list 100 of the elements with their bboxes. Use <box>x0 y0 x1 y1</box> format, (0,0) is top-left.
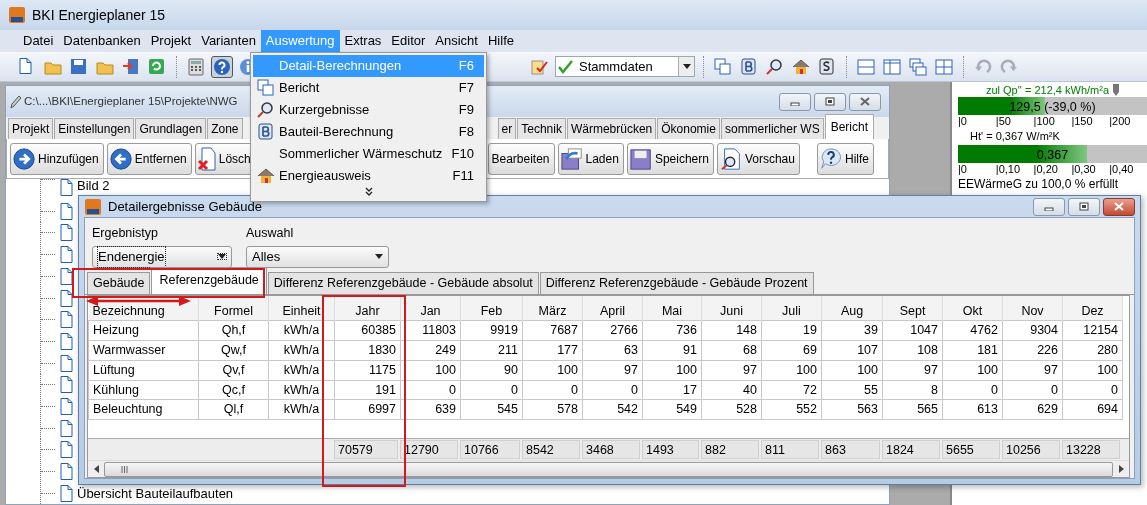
tab[interactable]: Differenz Referenzgebäude - Gebäude absolut <box>267 272 539 294</box>
menu-item[interactable]: Varianten <box>196 30 261 52</box>
table-cell: 100 <box>522 360 583 380</box>
window-title: BKI Energieplaner 15 <box>32 5 166 25</box>
tab[interactable]: Referenzgebäude <box>151 267 267 294</box>
total-cell: 1824 <box>882 440 940 459</box>
menu-item[interactable]: Ansicht <box>430 30 483 52</box>
document-icon <box>59 179 73 196</box>
column-header: Juni <box>701 295 762 321</box>
app-logo-icon <box>8 6 26 24</box>
table-cell: 100 <box>942 360 1003 380</box>
left-arrow-icon <box>93 465 99 473</box>
total-cell: 863 <box>821 440 880 459</box>
table-cell: 72 <box>761 380 822 400</box>
menu-item[interactable]: Hilfe <box>482 30 519 52</box>
table-cell: 17 <box>642 380 702 400</box>
tab[interactable]: sommerlicher WS <box>720 118 824 139</box>
menu-item[interactable]: Projekt <box>145 30 197 52</box>
table-cell: 97 <box>1002 360 1063 380</box>
table-cell: 613 <box>942 399 1003 420</box>
tree-item[interactable]: Bild 2 <box>77 179 110 193</box>
total-cell: 70579 <box>334 440 398 459</box>
restore-button[interactable] <box>1068 197 1100 216</box>
column-header: März <box>522 295 583 321</box>
column-header: Einheit <box>268 295 335 321</box>
tab[interactable]: Einstellungen <box>54 118 135 139</box>
document-icon <box>59 267 73 285</box>
expand-chevron-icon[interactable] <box>364 187 373 197</box>
copy-icon[interactable] <box>712 55 734 78</box>
menu-item[interactable]: Energieausweis F11 <box>253 165 484 187</box>
tab[interactable]: Zone <box>207 118 243 139</box>
close-button[interactable] <box>849 92 881 111</box>
toolbar-button[interactable]: Entfernen <box>106 142 192 175</box>
profile-combo[interactable]: Stammdaten <box>555 56 695 77</box>
toolbar-button[interactable]: Vorschau <box>716 142 800 175</box>
menu-item[interactable]: Bauteil-Berechnung F8 <box>253 121 484 143</box>
toolbar-button[interactable]: Speichern <box>626 142 714 175</box>
document-icon <box>59 354 73 372</box>
calculator-icon[interactable] <box>185 55 207 78</box>
document-icon <box>59 289 73 307</box>
menu-item[interactable]: Datei <box>18 30 59 52</box>
menu-item[interactable]: Editor <box>386 30 431 52</box>
table-cell: Qv,f <box>198 360 269 380</box>
menu-item[interactable]: Sommerlicher Wärmeschutz F10 <box>253 143 484 165</box>
cascade-icon[interactable] <box>907 55 929 78</box>
tab[interactable]: Wärmebrücken <box>566 118 657 139</box>
menu-item[interactable]: Datenbanken <box>58 30 146 52</box>
table-cell: 0 <box>1002 380 1063 400</box>
toolbar-button[interactable]: Laden <box>557 142 624 175</box>
toolbar-button[interactable]: Hilfe <box>817 142 874 175</box>
document-icon <box>59 419 73 437</box>
table-cell: 69 <box>761 340 822 361</box>
tab[interactable]: er <box>497 118 517 139</box>
toolbar-button[interactable]: Hinzufügen <box>10 142 104 175</box>
dropdown-field[interactable]: Alles <box>246 245 389 268</box>
table-cell: kWh/a <box>268 340 335 361</box>
table-cell: 12154 <box>1062 320 1123 341</box>
caret-icon <box>218 254 226 260</box>
minimize-button[interactable] <box>1033 197 1065 216</box>
minimize-button[interactable] <box>779 92 811 111</box>
gauge-value: 0,367 <box>1035 147 1070 164</box>
close-button[interactable] <box>1103 197 1135 216</box>
tab[interactable]: Projekt <box>8 118 54 139</box>
column-header: Juli <box>761 295 822 321</box>
house-icon <box>257 167 275 185</box>
table-cell: 100 <box>821 360 883 380</box>
help-icon <box>820 147 842 170</box>
scrollbar-thumb[interactable] <box>104 461 1113 477</box>
check-icon <box>558 58 576 75</box>
total-cell: 882 <box>701 440 759 459</box>
tab[interactable]: Gebäude <box>87 272 151 294</box>
scale-label: |100 <box>1033 115 1056 128</box>
table-cell: 8 <box>882 380 943 400</box>
table-cell: 107 <box>821 340 883 361</box>
total-cell: 8542 <box>522 440 580 459</box>
tab[interactable]: Technik <box>517 118 566 139</box>
table-cell: 694 <box>1062 399 1123 420</box>
column-header: Sept <box>882 295 943 321</box>
scale-label: |0,30 <box>1071 163 1097 176</box>
table-cell: Qh,f <box>198 320 269 341</box>
help-icon[interactable] <box>211 55 233 78</box>
total-cell: 1493 <box>642 440 699 459</box>
scale-label: |50 <box>995 115 1012 128</box>
restore-button[interactable] <box>814 92 846 111</box>
tab[interactable]: Grundlagen <box>135 118 207 139</box>
table-cell: 63 <box>582 340 643 361</box>
dropdown-field[interactable]: Endenergie <box>92 245 232 268</box>
menu-item[interactable]: Bericht F7 <box>253 77 484 99</box>
table-cell: kWh/a <box>268 320 335 341</box>
menu-item[interactable]: Extras <box>339 30 387 52</box>
tree-item[interactable]: Übersicht Bauteilaufbauten <box>77 483 234 504</box>
column-header: April <box>582 295 643 321</box>
tab[interactable]: Bericht <box>824 114 874 139</box>
table-cell: Ql,f <box>198 399 269 420</box>
tab[interactable]: Differenz Referenzgebäude - Gebäude Prozent <box>539 272 814 294</box>
tab[interactable]: Ökonomie <box>657 118 720 139</box>
menu-item[interactable]: Kurzergebnisse F9 <box>253 99 484 121</box>
table-cell: Kühlung <box>88 380 199 400</box>
toolbar-button[interactable]: Bearbeiten <box>488 142 555 175</box>
table-cell: 4762 <box>942 320 1003 341</box>
